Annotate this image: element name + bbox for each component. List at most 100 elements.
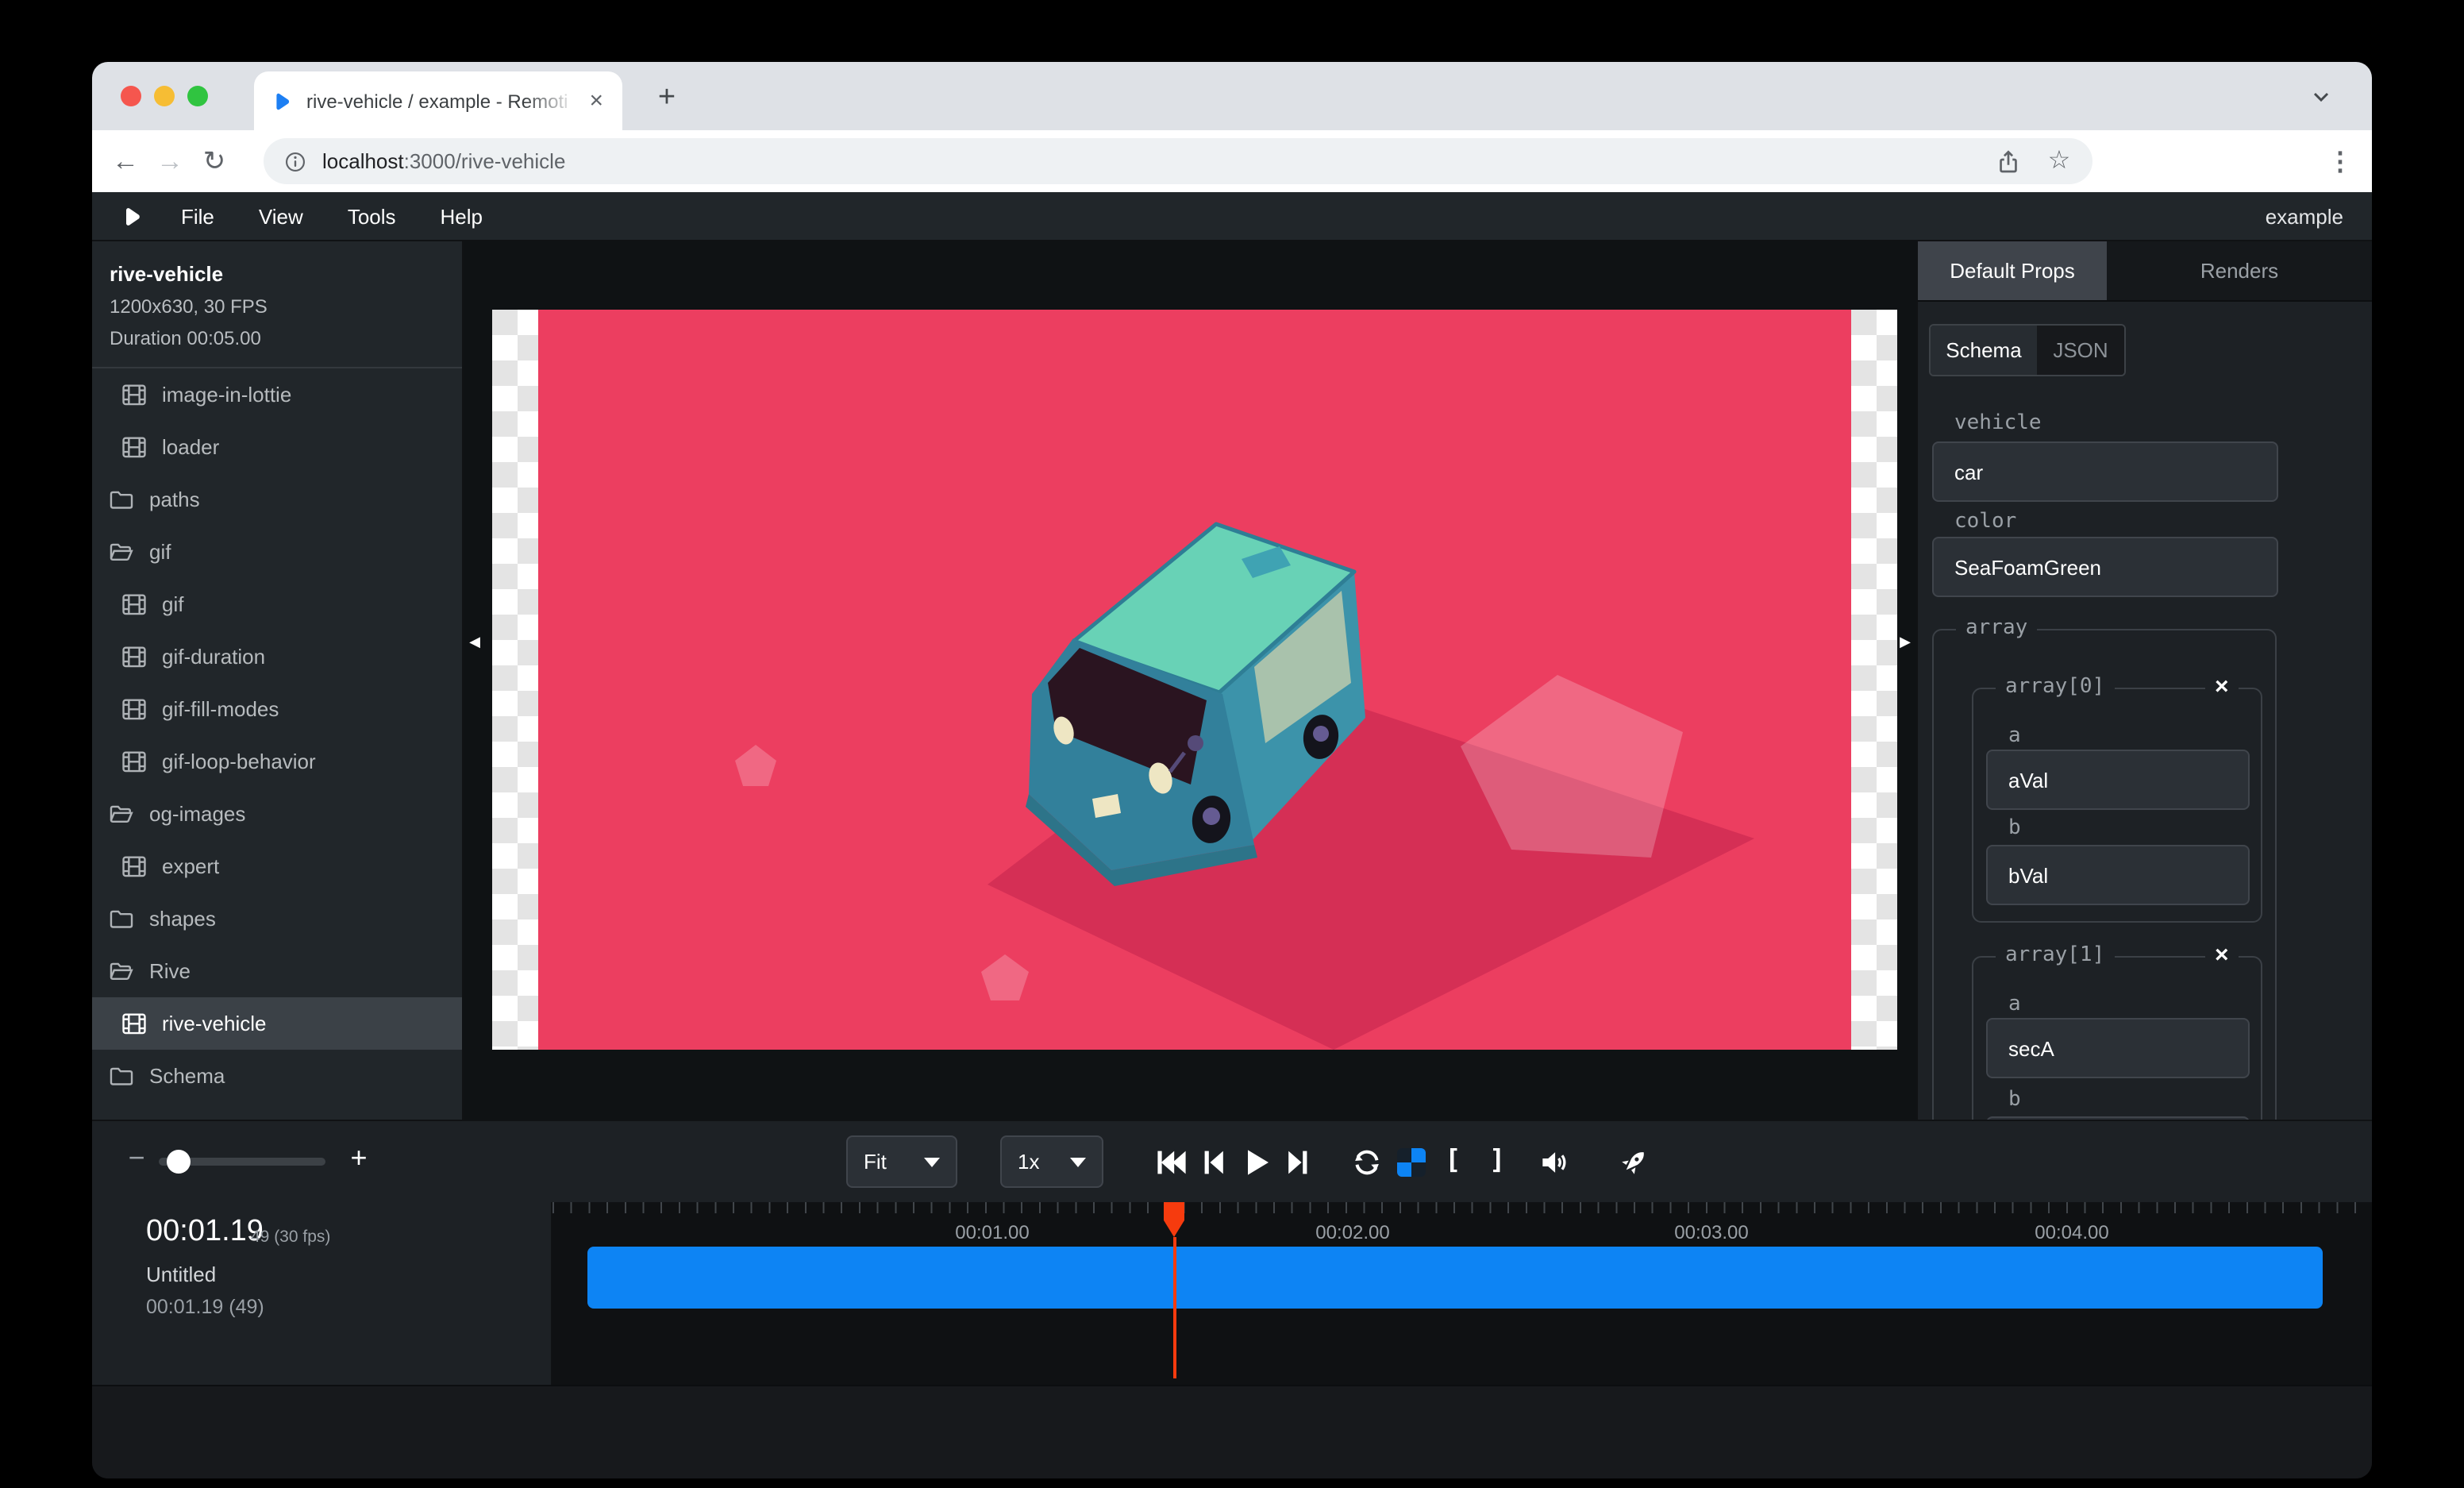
film-icon <box>121 381 148 408</box>
menu-tools[interactable]: Tools <box>348 204 396 228</box>
new-tab-button[interactable]: + <box>646 78 687 119</box>
bookmark-star-icon[interactable]: ☆ <box>2045 147 2073 175</box>
tab-renders[interactable]: Renders <box>2107 241 2372 300</box>
sidebar-item-label: rive-vehicle <box>162 1012 267 1035</box>
main-area: rive-vehicle 1200x630, 30 FPS Duration 0… <box>92 241 2372 1120</box>
vehicle-scene <box>538 310 1851 1050</box>
sidebar-item-loader[interactable]: loader <box>92 421 462 473</box>
zoom-window-button[interactable] <box>187 86 208 106</box>
previous-frame-button[interactable] <box>1194 1143 1232 1182</box>
ruler-label: 00:03.00 <box>1674 1221 1748 1243</box>
back-button[interactable]: ← <box>103 145 148 177</box>
zoom-out-button[interactable]: − <box>121 1142 152 1175</box>
sidebar-folder-paths[interactable]: paths <box>92 473 462 526</box>
sidebar-item-label: shapes <box>149 907 216 931</box>
sidebar-item-label: og-images <box>149 802 245 826</box>
film-icon <box>121 748 148 775</box>
prop-input-color[interactable]: SeaFoamGreen <box>1932 537 2278 597</box>
browser-menu-icon[interactable]: ⋮ <box>2321 143 2359 181</box>
minimize-window-button[interactable] <box>154 86 175 106</box>
in-point-button[interactable]: [ <box>1445 1145 1461 1177</box>
sidebar-folder-gif[interactable]: gif <box>92 526 462 578</box>
menu-view[interactable]: View <box>259 204 303 228</box>
zoom-slider-thumb[interactable] <box>167 1150 191 1174</box>
tab-default-props[interactable]: Default Props <box>1918 241 2107 300</box>
film-icon <box>121 434 148 461</box>
sidebar-item-gif-loop-behavior[interactable]: gif-loop-behavior <box>92 735 462 788</box>
out-point-button[interactable]: ] <box>1489 1145 1506 1177</box>
field-value: bVal <box>2008 863 2048 887</box>
composition-meta: 1200x630, 30 FPS <box>110 295 445 318</box>
sidebar-folder-og-images[interactable]: og-images <box>92 788 462 840</box>
remotion-logo-icon <box>119 204 143 228</box>
mode-json[interactable]: JSON <box>2037 326 2124 375</box>
browser-tab[interactable]: rive-vehicle / example - Remoti × <box>254 71 622 130</box>
fit-select[interactable]: Fit <box>846 1135 957 1188</box>
props-panel: Default Props Renders Schema JSON vehicl… <box>1916 241 2372 1120</box>
prop-label-color: color <box>1954 510 2016 534</box>
sidebar-item-label: Rive <box>149 959 191 983</box>
zoom-in-button[interactable]: + <box>343 1142 375 1175</box>
tab-search-chevron-icon[interactable] <box>2308 84 2334 110</box>
collapse-props-icon[interactable]: ▶ <box>1897 630 1913 653</box>
field-label-a: a <box>2008 724 2021 748</box>
tab-title: rive-vehicle / example - Remoti <box>306 90 586 112</box>
composition-info: rive-vehicle 1200x630, 30 FPS Duration 0… <box>92 241 462 368</box>
share-icon[interactable] <box>1994 147 2023 175</box>
loop-toggle-icon[interactable] <box>1349 1145 1384 1180</box>
playhead-grabber[interactable] <box>1164 1202 1184 1237</box>
folder-open-icon <box>108 538 135 565</box>
sidebar-item-rive-vehicle[interactable]: rive-vehicle <box>92 997 462 1050</box>
remove-array-item-icon[interactable]: × <box>2205 942 2239 970</box>
field-input-b[interactable]: bVal <box>1986 845 2250 905</box>
render-rocket-icon[interactable] <box>1616 1145 1651 1180</box>
tab-close-icon[interactable]: × <box>586 89 606 113</box>
collapse-sidebar-icon[interactable]: ◀ <box>467 630 483 653</box>
preview-canvas: ◀ ▶ <box>464 241 1916 1120</box>
play-button[interactable] <box>1237 1143 1275 1182</box>
timeline-track-bar[interactable] <box>587 1247 2323 1309</box>
remove-array-item-icon[interactable]: × <box>2205 673 2239 702</box>
array-item-legend: array[0] <box>1996 675 2114 699</box>
sidebar-folder-shapes[interactable]: shapes <box>92 892 462 945</box>
skip-to-start-button[interactable] <box>1151 1143 1189 1182</box>
schema-json-toggle: Schema JSON <box>1929 324 2126 376</box>
close-window-button[interactable] <box>121 86 141 106</box>
sidebar-item-image-in-lottie[interactable]: image-in-lottie <box>92 368 462 421</box>
composition-name: rive-vehicle <box>110 262 445 286</box>
sidebar-item-gif-fill-modes[interactable]: gif-fill-modes <box>92 683 462 735</box>
array-item-0-fieldset: array[0] × a aVal b bVal <box>1972 688 2262 923</box>
volume-icon[interactable] <box>1537 1145 1572 1180</box>
timeline-track-area[interactable]: 00:01.00 00:02.00 00:03.00 00:04.00 <box>552 1202 2372 1385</box>
rate-value: 1x <box>1018 1150 1039 1174</box>
menu-file[interactable]: File <box>181 204 214 228</box>
field-value: aVal <box>2008 768 2048 792</box>
site-info-icon[interactable] <box>283 148 308 174</box>
film-icon <box>121 853 148 880</box>
current-frame-label: 49 (30 fps) <box>251 1228 330 1247</box>
sidebar-item-label: loader <box>162 435 219 459</box>
array-item-1-fieldset: array[1] × a secA b <box>1972 956 2262 1120</box>
field-input-a[interactable]: secA <box>1986 1018 2250 1078</box>
playback-rate-select[interactable]: 1x <box>1000 1135 1103 1188</box>
sidebar-item-gif[interactable]: gif <box>92 578 462 630</box>
reload-button[interactable]: ↻ <box>192 145 237 177</box>
next-frame-button[interactable] <box>1280 1143 1318 1182</box>
sidebar-item-gif-duration[interactable]: gif-duration <box>92 630 462 683</box>
composition-preview <box>492 310 1897 1050</box>
timeline-ruler[interactable] <box>552 1202 2372 1213</box>
folder-icon <box>108 905 135 932</box>
sidebar-item-expert[interactable]: expert <box>92 840 462 892</box>
forward-button[interactable]: → <box>148 145 192 177</box>
sidebar-folder-schema[interactable]: Schema <box>92 1050 462 1102</box>
chevron-down-icon <box>924 1157 940 1166</box>
current-timecode: 00:01.19 <box>146 1215 264 1250</box>
mode-schema[interactable]: Schema <box>1931 326 2037 375</box>
address-bar[interactable]: localhost:3000/rive-vehicle ☆ <box>264 138 2092 184</box>
folder-icon <box>108 1062 135 1089</box>
field-input-a[interactable]: aVal <box>1986 750 2250 810</box>
transparency-toggle-icon[interactable] <box>1397 1148 1426 1177</box>
prop-input-vehicle[interactable]: car <box>1932 441 2278 502</box>
menu-help[interactable]: Help <box>441 204 483 228</box>
sidebar-folder-rive[interactable]: Rive <box>92 945 462 997</box>
